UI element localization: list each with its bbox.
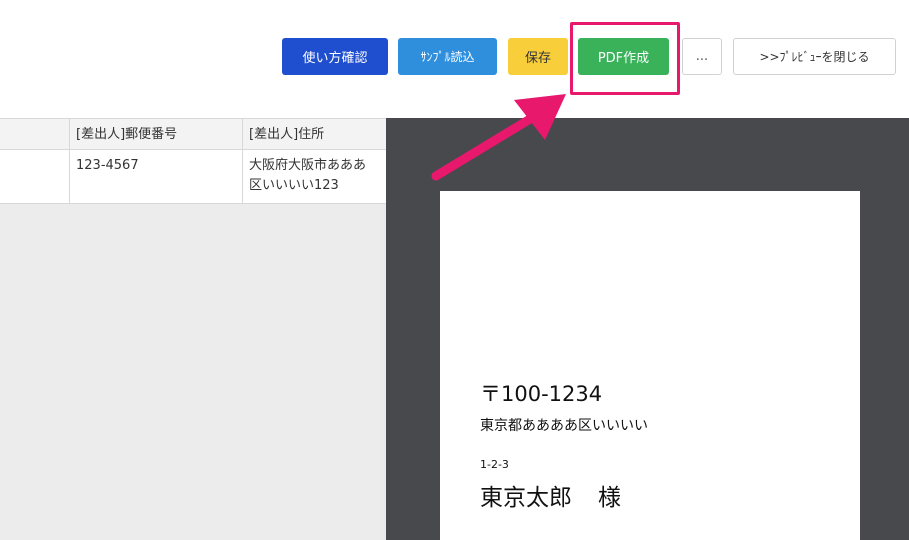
envelope-preview: 〒100-1234 東京都ああああ区いいいい 1-2-3 東京太郎様 bbox=[440, 191, 860, 540]
table-header: [差出人]郵便番号 [差出人]住所 bbox=[0, 118, 386, 150]
recipient-name-line: 東京太郎様 bbox=[480, 478, 621, 512]
table-cell[interactable] bbox=[0, 150, 70, 203]
load-sample-button[interactable]: ｻﾝﾌﾟﾙ読込 bbox=[398, 38, 497, 75]
recipient-postal-code: 〒100-1234 bbox=[480, 382, 603, 406]
howto-button[interactable]: 使い方確認 bbox=[282, 38, 388, 75]
recipient-name: 東京太郎 bbox=[480, 485, 572, 511]
table-row[interactable]: 123-4567 大阪府大阪市あああ 区いいいい123 bbox=[0, 150, 386, 204]
recipient-address-line2: 1-2-3 bbox=[480, 458, 509, 471]
more-options-button[interactable]: ... bbox=[682, 38, 722, 75]
close-preview-button[interactable]: >>ﾌﾟﾚﾋﾞｭｰを閉じる bbox=[733, 38, 896, 75]
preview-panel: 〒100-1234 東京都ああああ区いいいい 1-2-3 東京太郎様 bbox=[386, 118, 909, 540]
recipient-address-line1: 東京都ああああ区いいいい bbox=[480, 418, 648, 434]
sender-postal-cell[interactable]: 123-4567 bbox=[70, 150, 243, 203]
sender-address-line1: 大阪府大阪市あああ bbox=[249, 158, 367, 173]
save-button[interactable]: 保存 bbox=[508, 38, 568, 75]
sender-address-cell[interactable]: 大阪府大阪市あああ 区いいいい123 bbox=[243, 150, 386, 203]
create-pdf-button[interactable]: PDF作成 bbox=[578, 38, 669, 75]
table-header-sender-address: [差出人]住所 bbox=[249, 127, 325, 142]
table-header-cell bbox=[0, 119, 70, 149]
data-table-panel: [差出人]郵便番号 [差出人]住所 123-4567 大阪府大阪市あああ 区いい… bbox=[0, 118, 386, 540]
sender-address-line2: 区いいいい123 bbox=[249, 178, 339, 193]
table-header-sender-postal: [差出人]郵便番号 bbox=[70, 119, 243, 149]
toolbar: 使い方確認 ｻﾝﾌﾟﾙ読込 保存 PDF作成 ... >>ﾌﾟﾚﾋﾞｭｰを閉じる bbox=[0, 0, 909, 118]
recipient-honorific: 様 bbox=[598, 485, 621, 511]
